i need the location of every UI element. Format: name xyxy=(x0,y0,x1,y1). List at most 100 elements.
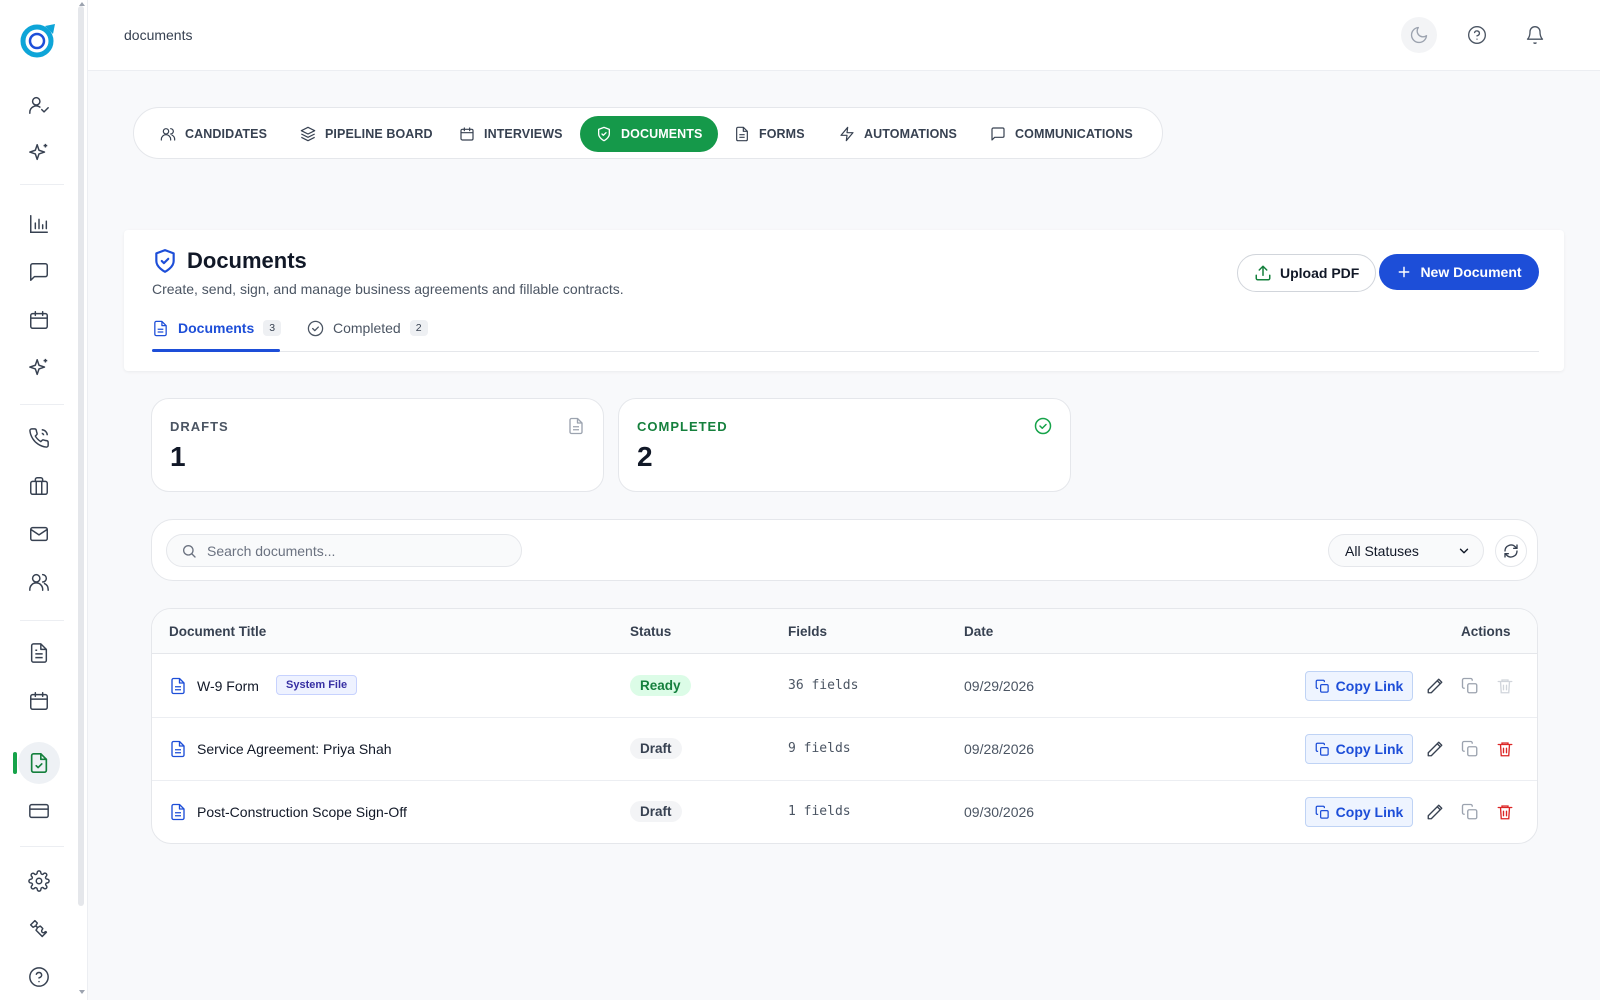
tab-label: COMMUNICATIONS xyxy=(1015,127,1133,141)
new-document-button[interactable]: New Document xyxy=(1379,254,1539,290)
delete-button[interactable] xyxy=(1494,801,1516,823)
copy-link-button[interactable]: Copy Link xyxy=(1305,671,1413,701)
scroll-down-icon[interactable] xyxy=(79,990,85,994)
field-count: 9 fields xyxy=(788,741,851,756)
sparkles-icon xyxy=(29,143,48,161)
status-badge: Draft xyxy=(630,738,682,759)
column-header-date[interactable]: Date xyxy=(964,624,993,639)
subtab-label: Documents xyxy=(178,320,255,336)
sidebar-item-help[interactable] xyxy=(18,956,60,998)
tab-forms[interactable]: FORMS xyxy=(718,116,821,152)
count-badge: 3 xyxy=(263,320,282,336)
sidebar-item-mail[interactable] xyxy=(18,513,60,555)
copy-icon xyxy=(1461,803,1478,820)
copy-icon xyxy=(1315,805,1329,819)
table-row[interactable]: W-9 Form System File Ready 36 fields 09/… xyxy=(152,655,1537,718)
sidebar-scrollbar[interactable] xyxy=(78,6,84,906)
theme-toggle-button[interactable] xyxy=(1401,17,1437,53)
copy-icon xyxy=(1461,740,1478,757)
document-date: 09/30/2026 xyxy=(964,804,1035,820)
search-input[interactable] xyxy=(207,542,507,559)
plus-icon xyxy=(1399,266,1410,278)
table-row[interactable]: Service Agreement: Priya Shah Draft 9 fi… xyxy=(152,718,1537,781)
pencil-icon xyxy=(1427,804,1443,820)
document-title[interactable]: W-9 Form xyxy=(197,678,259,694)
sidebar-item-ai-assistant[interactable] xyxy=(18,347,60,389)
sidebar-item-documents[interactable] xyxy=(18,742,60,784)
tab-label: FORMS xyxy=(759,127,805,141)
copy-icon xyxy=(1315,679,1329,693)
edit-button[interactable] xyxy=(1424,738,1446,760)
sidebar-divider xyxy=(20,620,64,621)
table-row[interactable]: Post-Construction Scope Sign-Off Draft 1… xyxy=(152,781,1537,843)
calendar-icon xyxy=(30,692,48,710)
scroll-up-icon[interactable] xyxy=(79,2,85,6)
delete-button[interactable] xyxy=(1494,738,1516,760)
status-filter-value: All Statuses xyxy=(1345,542,1419,559)
duplicate-button[interactable] xyxy=(1459,801,1481,823)
duplicate-button[interactable] xyxy=(1459,675,1481,697)
copy-icon xyxy=(1461,677,1478,694)
app-logo[interactable] xyxy=(18,20,58,60)
status-filter-select[interactable]: All Statuses xyxy=(1328,534,1484,567)
tab-documents[interactable]: DOCUMENTS xyxy=(580,116,719,152)
sidebar-item-jobs[interactable] xyxy=(18,465,60,507)
notifications-button[interactable] xyxy=(1517,17,1553,53)
copy-link-button[interactable]: Copy Link xyxy=(1305,797,1413,827)
column-header-title[interactable]: Document Title xyxy=(169,624,266,639)
duplicate-button[interactable] xyxy=(1459,738,1481,760)
copy-icon xyxy=(1315,742,1329,756)
sidebar-item-calls[interactable] xyxy=(18,417,60,459)
stat-value: 2 xyxy=(637,441,653,472)
tab-pipeline-board[interactable]: PIPELINE BOARD xyxy=(284,116,449,152)
file-check-icon xyxy=(30,753,48,773)
file-text-icon xyxy=(171,677,185,695)
calendar-icon xyxy=(30,311,48,329)
bar-chart-icon xyxy=(30,215,48,233)
sidebar-item-ai[interactable] xyxy=(18,132,60,174)
subtab-completed[interactable]: Completed 2 xyxy=(307,316,428,340)
subtabs-divider xyxy=(152,351,1539,352)
check-circle-icon xyxy=(1034,417,1052,435)
subtab-active-underline xyxy=(152,349,280,352)
sidebar-item-recruiting[interactable] xyxy=(18,84,60,126)
document-title[interactable]: Service Agreement: Priya Shah xyxy=(197,741,392,757)
sidebar-item-files[interactable] xyxy=(18,632,60,674)
briefcase-icon xyxy=(30,477,48,495)
upload-pdf-button[interactable]: Upload PDF xyxy=(1237,254,1377,292)
tab-candidates[interactable]: CANDIDATES xyxy=(144,116,283,152)
column-header-fields[interactable]: Fields xyxy=(788,624,827,639)
documents-table: Document Title Status Fields Date Action… xyxy=(151,608,1538,844)
document-title[interactable]: Post-Construction Scope Sign-Off xyxy=(197,804,407,820)
tab-communications[interactable]: COMMUNICATIONS xyxy=(974,116,1149,152)
column-header-status[interactable]: Status xyxy=(630,624,671,639)
bell-icon xyxy=(1526,26,1544,44)
sidebar-item-analytics[interactable] xyxy=(18,203,60,245)
sidebar-item-integrations[interactable] xyxy=(18,908,60,950)
field-count: 1 fields xyxy=(788,804,851,819)
stat-label: DRAFTS xyxy=(170,419,229,434)
trash-icon xyxy=(1497,742,1513,757)
phone-call-icon xyxy=(29,428,49,448)
subtab-documents[interactable]: Documents 3 xyxy=(152,316,282,340)
status-badge: Draft xyxy=(630,801,682,822)
copy-link-button[interactable]: Copy Link xyxy=(1305,734,1413,764)
help-button[interactable] xyxy=(1459,17,1495,53)
search-box[interactable] xyxy=(166,534,522,567)
sidebar-item-settings[interactable] xyxy=(18,860,60,902)
edit-button[interactable] xyxy=(1424,801,1446,823)
file-text-icon xyxy=(171,803,185,821)
edit-button[interactable] xyxy=(1424,675,1446,697)
stat-label: COMPLETED xyxy=(637,419,728,434)
refresh-button[interactable] xyxy=(1495,535,1527,567)
tab-interviews[interactable]: INTERVIEWS xyxy=(443,116,579,152)
file-text-icon xyxy=(30,643,48,663)
help-circle-icon xyxy=(1468,26,1486,44)
sidebar-item-billing[interactable] xyxy=(18,790,60,832)
sidebar-item-messages[interactable] xyxy=(18,251,60,293)
tab-automations[interactable]: AUTOMATIONS xyxy=(823,116,973,152)
sidebar-divider xyxy=(20,404,64,405)
sidebar-item-calendar[interactable] xyxy=(18,299,60,341)
sidebar-item-team[interactable] xyxy=(18,561,60,603)
sidebar-item-schedule[interactable] xyxy=(18,680,60,722)
